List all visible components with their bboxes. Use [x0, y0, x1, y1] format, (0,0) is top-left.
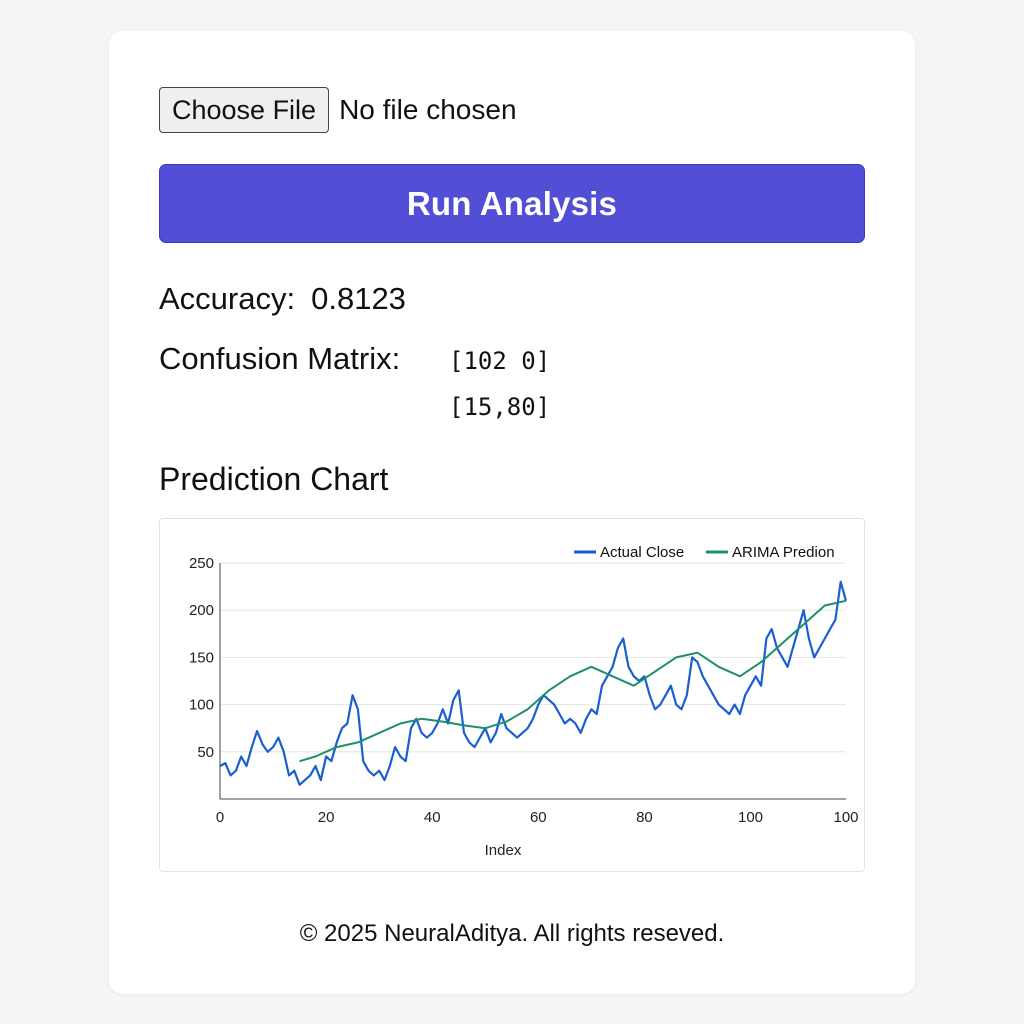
series-line-actual-close — [219, 580, 848, 786]
prediction-chart: 50 100 150 200 250 0 20 40 60 80 100 100 Index Actual… — [159, 518, 865, 872]
accuracy-label: Accuracy: — [159, 281, 296, 316]
x-axis-label: Index — [485, 842, 522, 859]
x-tick-label: 100 — [833, 809, 858, 826]
y-tick-label: 150 — [189, 649, 214, 666]
legend-label: Actual Close — [600, 544, 684, 561]
confusion-matrix-row-1: [102 0] — [449, 347, 551, 375]
chart-title: Prediction Chart — [159, 461, 389, 497]
series-line-arima-prediction — [299, 599, 847, 763]
x-tick-label: 20 — [318, 809, 335, 826]
accuracy-line: Accuracy: 0.8123 — [159, 281, 406, 317]
footer-copyright: © 2025 NeuralAditya. All rights reseved. — [299, 920, 725, 947]
x-tick-label: 60 — [530, 809, 547, 826]
accuracy-value: 0.8123 — [311, 281, 406, 316]
run-analysis-button[interactable]: Run Analysis — [159, 164, 865, 243]
y-tick-label: 250 — [189, 555, 214, 572]
file-status-text: No file chosen — [339, 94, 517, 125]
analysis-card: Choose File No file chosen Run Analysis … — [109, 31, 915, 994]
x-tick-label: 40 — [424, 809, 441, 826]
x-tick-label: 80 — [636, 809, 653, 826]
x-tick-label: 100 — [738, 809, 763, 826]
confusion-matrix-label: Confusion Matrix: — [159, 341, 401, 376]
chart-svg: 50 100 150 200 250 0 20 40 60 80 100 100 Index Actual… — [189, 544, 859, 859]
y-tick-label: 50 — [197, 744, 214, 761]
y-tick-label: 100 — [189, 697, 214, 714]
legend-label: ARIMA Predion — [732, 544, 835, 561]
y-tick-label: 200 — [189, 602, 214, 619]
confusion-matrix-row-2: [15,80] — [449, 393, 551, 421]
x-tick-label: 0 — [216, 809, 224, 826]
file-upload-row: Choose File No file chosen — [159, 86, 517, 134]
choose-file-button[interactable]: Choose File — [159, 87, 330, 133]
